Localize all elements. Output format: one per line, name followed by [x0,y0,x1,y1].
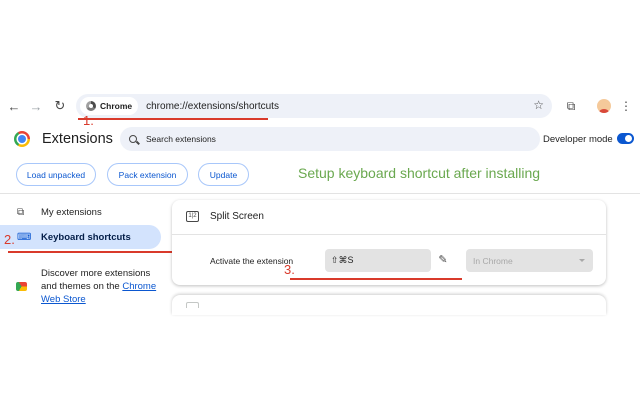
profile-avatar[interactable] [596,92,612,120]
site-chip-label: Chrome [100,101,133,111]
pack-extension-button[interactable]: Pack extension [107,163,188,186]
reload-icon[interactable]: ↻ [52,92,68,120]
sidebar-item-label: My extensions [41,206,102,218]
developer-mode-label: Developer mode [543,134,613,145]
discover-text: Discover more extensions and themes on t… [41,267,161,306]
keyboard-icon: ⌨ [17,231,32,243]
extension-shortcut-card: 1|2 Split Screen Activate the extension … [172,200,606,285]
shortcut-input[interactable]: ⇧⌘S [325,249,431,272]
sidebar-item-keyboard-shortcuts[interactable]: ⌨ Keyboard shortcuts [0,225,161,249]
screenshot-stage: ← → ↻ Chrome chrome://extensions/shortcu… [0,0,640,400]
back-arrow-icon[interactable]: ← [6,92,22,120]
sidebar-item-label: Keyboard shortcuts [41,231,131,243]
scope-dropdown[interactable]: In Chrome [466,249,593,272]
next-extension-card [172,295,606,315]
bookmark-star-icon[interactable]: ☆ [533,98,544,112]
avatar-icon [597,99,611,113]
scope-selected-value: In Chrome [473,255,513,266]
update-button[interactable]: Update [198,163,249,186]
forward-arrow-icon[interactable]: → [28,92,44,120]
webstore-icon [16,282,27,291]
browser-toolbar: ← → ↻ Chrome chrome://extensions/shortcu… [0,92,640,120]
developer-mode-toggle[interactable] [617,133,634,144]
instruction-caption: Setup keyboard shortcut after installing [298,165,541,181]
extensions-puzzle-icon[interactable]: ⧉ [563,92,579,120]
annotation-underline-2 [8,251,176,253]
search-icon [129,135,137,143]
split-screen-icon: 1|2 [186,211,199,222]
puzzle-icon: ⧉ [17,206,25,218]
pencil-edit-icon[interactable]: ✎ [436,252,450,268]
header-divider [0,193,640,194]
load-unpacked-button[interactable]: Load unpacked [16,163,96,186]
address-bar[interactable]: Chrome chrome://extensions/shortcuts ☆ [76,94,552,118]
chrome-logo-icon [86,101,96,111]
extensions-header: Extensions Developer mode [0,124,640,154]
card-divider [172,234,606,235]
shortcut-command-label: Activate the extension [210,256,294,266]
kebab-menu-icon[interactable]: ⋮ [620,92,632,120]
extension-name: Split Screen [210,211,264,222]
extension-icon [186,302,199,308]
search-input[interactable] [146,134,526,144]
page-title: Extensions [42,131,113,147]
url-text[interactable]: chrome://extensions/shortcuts [146,101,279,112]
sidebar-item-my-extensions[interactable]: ⧉ My extensions [0,200,160,224]
chrome-logo-icon [14,131,30,147]
annotation-number-2: 2. [4,232,15,247]
annotation-underline-3 [290,278,462,280]
chevron-down-icon [579,259,585,262]
annotation-underline-1 [78,118,268,120]
annotation-number-3: 3. [284,262,295,277]
search-box[interactable] [120,127,540,151]
